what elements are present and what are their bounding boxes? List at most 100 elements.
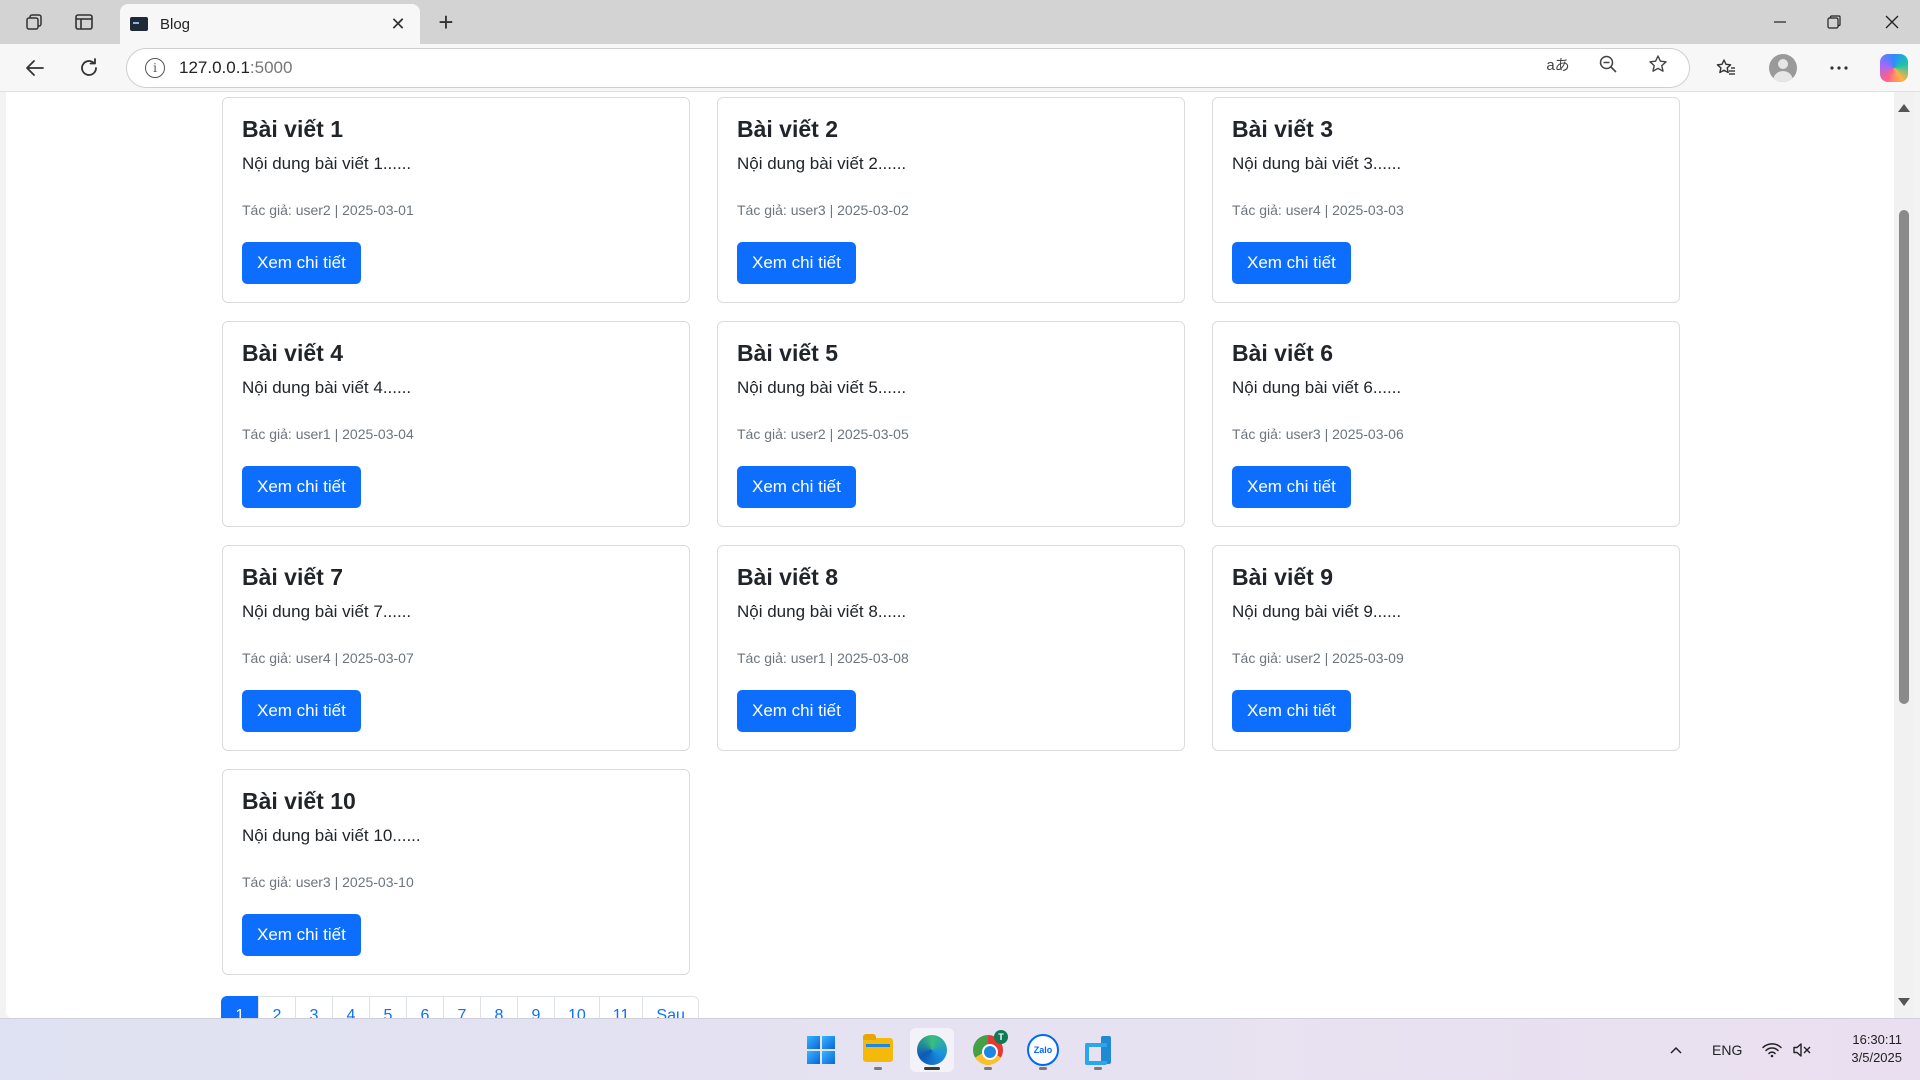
profile-avatar-icon[interactable] (1769, 54, 1797, 82)
view-detail-button[interactable]: Xem chi tiết (737, 690, 856, 732)
view-detail-button[interactable]: Xem chi tiết (242, 914, 361, 956)
zalo-button[interactable]: Zalo (1021, 1028, 1065, 1072)
translate-icon[interactable]: aあ (1544, 52, 1572, 76)
page-link-6[interactable]: 6 (406, 996, 444, 1018)
refresh-icon[interactable] (72, 52, 106, 84)
post-meta: Tác giả: user2 | 2025-03-09 (1232, 650, 1404, 667)
post-card: Bài viết 3 Nội dung bài viết 3...... Tác… (1212, 97, 1680, 303)
page-link-4[interactable]: 4 (332, 996, 370, 1018)
post-card: Bài viết 5 Nội dung bài viết 5...... Tác… (717, 321, 1185, 527)
post-content: Nội dung bài viết 4...... (242, 378, 412, 398)
favorite-star-icon[interactable] (1644, 52, 1672, 76)
post-title: Bài viết 10 (242, 788, 356, 814)
edge-button[interactable] (910, 1028, 954, 1072)
post-meta: Tác giả: user1 | 2025-03-04 (242, 426, 414, 443)
tab-title: Blog (160, 15, 191, 33)
vscode-icon (1083, 1035, 1113, 1065)
vscode-button[interactable] (1076, 1028, 1120, 1072)
start-button[interactable] (799, 1028, 843, 1072)
post-title: Bài viết 9 (1232, 564, 1333, 590)
volume-muted-icon[interactable] (1792, 1019, 1812, 1080)
scroll-up-arrow-icon[interactable] (1898, 104, 1910, 112)
post-title: Bài viết 6 (1232, 340, 1333, 366)
post-content: Nội dung bài viết 5...... (737, 378, 907, 398)
zoom-out-icon[interactable] (1594, 52, 1622, 76)
more-options-icon[interactable] (1822, 52, 1856, 84)
page-link-9[interactable]: 9 (517, 996, 555, 1018)
restore-icon[interactable] (1806, 0, 1862, 44)
post-content: Nội dung bài viết 8...... (737, 602, 907, 622)
post-content: Nội dung bài viết 9...... (1232, 602, 1402, 622)
page-link-5[interactable]: 5 (369, 996, 407, 1018)
chrome-button[interactable]: T (966, 1028, 1010, 1072)
post-content: Nội dung bài viết 6...... (1232, 378, 1402, 398)
windows-taskbar: T Zalo ENG 16:30:11 3/5/2025 (0, 1018, 1920, 1080)
back-icon[interactable] (18, 52, 52, 84)
system-clock[interactable]: 16:30:11 3/5/2025 (1832, 1031, 1902, 1067)
post-content: Nội dung bài viết 1...... (242, 154, 412, 174)
post-content: Nội dung bài viết 10...... (242, 826, 421, 846)
windows-logo-icon (807, 1036, 835, 1064)
post-card: Bài viết 4 Nội dung bài viết 4...... Tác… (222, 321, 690, 527)
post-content: Nội dung bài viết 3...... (1232, 154, 1402, 174)
post-meta: Tác giả: user3 | 2025-03-10 (242, 874, 414, 891)
post-card: Bài viết 9 Nội dung bài viết 9...... Tác… (1212, 545, 1680, 751)
language-indicator[interactable]: ENG (1712, 1019, 1742, 1080)
site-info-icon[interactable]: i (145, 58, 165, 78)
browser-tab-strip: Blog ✕ + (0, 0, 1920, 44)
view-detail-button[interactable]: Xem chi tiết (1232, 242, 1351, 284)
page-link-11[interactable]: 11 (598, 996, 644, 1018)
wifi-icon[interactable] (1762, 1019, 1782, 1080)
page-link-7[interactable]: 7 (443, 996, 481, 1018)
workspaces-icon[interactable] (14, 6, 54, 38)
post-content: Nội dung bài viết 2...... (737, 154, 907, 174)
new-tab-icon[interactable]: + (430, 7, 462, 37)
post-title: Bài viết 7 (242, 564, 343, 590)
page-link-2[interactable]: 2 (258, 996, 296, 1018)
minimize-icon[interactable] (1752, 0, 1808, 44)
scroll-down-arrow-icon[interactable] (1898, 998, 1910, 1006)
post-meta: Tác giả: user3 | 2025-03-06 (1232, 426, 1404, 443)
browser-toolbar: i 127.0.0.1:5000 aあ (0, 44, 1920, 92)
post-meta: Tác giả: user2 | 2025-03-01 (242, 202, 414, 219)
favorites-icon[interactable] (1709, 52, 1743, 84)
post-card: Bài viết 7 Nội dung bài viết 7...... Tác… (222, 545, 690, 751)
pagination: 1 2 3 4 5 6 7 8 9 10 11 Sau (221, 996, 699, 1018)
view-detail-button[interactable]: Xem chi tiết (1232, 466, 1351, 508)
post-card: Bài viết 10 Nội dung bài viết 10...... T… (222, 769, 690, 975)
clock-date: 3/5/2025 (1851, 1050, 1902, 1065)
folder-icon (863, 1034, 893, 1062)
view-detail-button[interactable]: Xem chi tiết (737, 466, 856, 508)
view-detail-button[interactable]: Xem chi tiết (242, 242, 361, 284)
page-viewport: Bài viết 1 Nội dung bài viết 1...... Tác… (6, 92, 1894, 1018)
copilot-icon[interactable] (1880, 54, 1908, 82)
view-detail-button[interactable]: Xem chi tiết (242, 690, 361, 732)
page-link-next[interactable]: Sau (642, 996, 699, 1018)
view-detail-button[interactable]: Xem chi tiết (1232, 690, 1351, 732)
post-meta: Tác giả: user2 | 2025-03-05 (737, 426, 909, 443)
tab-actions-icon[interactable] (64, 6, 104, 38)
view-detail-button[interactable]: Xem chi tiết (242, 466, 361, 508)
url-text: 127.0.0.1:5000 (179, 58, 293, 77)
post-meta: Tác giả: user3 | 2025-03-02 (737, 202, 909, 219)
post-meta: Tác giả: user4 | 2025-03-07 (242, 650, 414, 667)
post-title: Bài viết 4 (242, 340, 343, 366)
page-link-1[interactable]: 1 (221, 996, 259, 1018)
post-title: Bài viết 3 (1232, 116, 1333, 142)
vertical-scrollbar[interactable] (1894, 92, 1914, 1018)
post-content: Nội dung bài viết 7...... (242, 602, 412, 622)
address-bar[interactable]: i 127.0.0.1:5000 (126, 48, 1690, 88)
show-hidden-icons-chevron-icon[interactable] (1668, 1019, 1684, 1080)
tab-blog[interactable]: Blog ✕ (120, 4, 420, 44)
post-meta: Tác giả: user1 | 2025-03-08 (737, 650, 909, 667)
close-tab-icon[interactable]: ✕ (386, 14, 410, 35)
scrollbar-thumb[interactable] (1899, 210, 1909, 704)
view-detail-button[interactable]: Xem chi tiết (737, 242, 856, 284)
close-window-icon[interactable] (1864, 0, 1920, 44)
page-link-10[interactable]: 10 (554, 996, 600, 1018)
clock-time: 16:30:11 (1852, 1032, 1902, 1047)
file-explorer-button[interactable] (856, 1028, 900, 1072)
page-link-8[interactable]: 8 (480, 996, 518, 1018)
post-title: Bài viết 2 (737, 116, 838, 142)
page-link-3[interactable]: 3 (295, 996, 333, 1018)
